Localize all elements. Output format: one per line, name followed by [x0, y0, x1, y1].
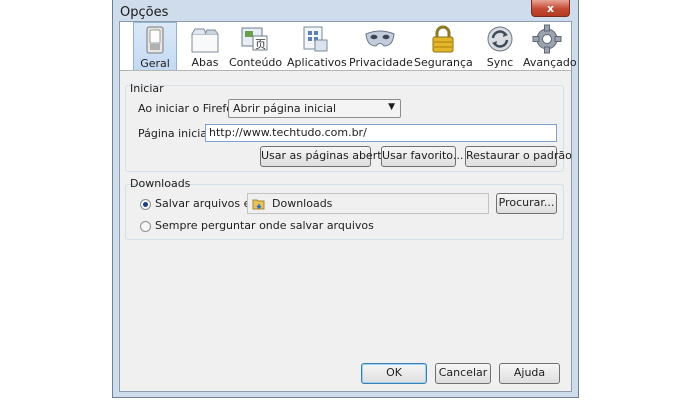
cancel-button[interactable]: Cancelar	[435, 363, 491, 384]
use-bookmark-button[interactable]: Usar favorito...	[381, 146, 463, 167]
tabs-icon	[191, 28, 219, 53]
preferences-toolbar: Geral Abas 页 Conteúdo Aplicativos Privac…	[120, 22, 577, 71]
gear-icon	[532, 24, 562, 54]
pane-privacidade[interactable]: Privacidade	[349, 22, 413, 70]
on-start-value: Abrir página inicial	[233, 102, 337, 115]
options-dialog: Opções x Geral Abas 页 Conteúdo Aplicativ…	[112, 0, 579, 398]
ok-button[interactable]: OK	[361, 363, 427, 384]
save-to-radio[interactable]	[140, 199, 151, 210]
pane-label: Geral	[140, 57, 170, 70]
pane-label: Abas	[191, 56, 219, 69]
always-ask-radio[interactable]	[140, 221, 151, 232]
use-current-pages-button[interactable]: Usar as páginas abertas	[260, 146, 394, 167]
close-button[interactable]: x	[531, 0, 570, 17]
content-icon: 页	[241, 27, 268, 51]
pane-label: Conteúdo	[229, 56, 283, 69]
download-folder-field: Downloads	[247, 193, 489, 214]
pane-aplicativos[interactable]: Aplicativos	[287, 22, 347, 70]
applications-icon	[303, 26, 328, 52]
svg-text:页: 页	[255, 38, 266, 51]
downloads-group-title: Downloads	[130, 177, 191, 190]
help-button[interactable]: Ajuda	[499, 363, 560, 384]
pane-geral[interactable]: Geral	[133, 22, 177, 70]
pane-label: Avançado	[523, 56, 577, 69]
switch-icon	[146, 26, 164, 54]
on-start-select[interactable]: Abrir página inicial ▼	[228, 99, 401, 118]
folder-icon	[252, 199, 265, 210]
dialog-content: Geral Abas 页 Conteúdo Aplicativos Privac…	[119, 21, 577, 392]
pane-seguranca[interactable]: Segurança	[414, 22, 473, 70]
pane-conteudo[interactable]: 页 Conteúdo	[229, 22, 283, 70]
restore-default-button[interactable]: Restaurar o padrão	[465, 146, 572, 167]
pane-label: Sync	[486, 56, 514, 69]
pane-sync[interactable]: Sync	[479, 22, 521, 70]
pane-avancado[interactable]: Avançado	[523, 22, 577, 70]
browse-button[interactable]: Procurar...	[496, 193, 557, 214]
window-title: Opções	[120, 5, 169, 20]
startup-group-title: Iniciar	[130, 82, 164, 95]
mask-icon	[365, 30, 395, 47]
close-icon: x	[546, 1, 555, 15]
download-folder-name: Downloads	[272, 197, 333, 210]
pane-abas[interactable]: Abas	[184, 22, 226, 70]
padlock-icon	[432, 25, 454, 53]
pane-label: Aplicativos	[287, 56, 347, 69]
homepage-label: Página inicial:	[138, 127, 214, 140]
sync-icon	[487, 26, 513, 52]
pane-label: Segurança	[414, 56, 473, 69]
pane-label: Privacidade	[349, 56, 413, 69]
always-ask-label[interactable]: Sempre perguntar onde salvar arquivos	[155, 219, 374, 232]
chevron-down-icon: ▼	[388, 102, 395, 112]
homepage-input[interactable]: http://www.techtudo.com.br/	[205, 124, 557, 142]
